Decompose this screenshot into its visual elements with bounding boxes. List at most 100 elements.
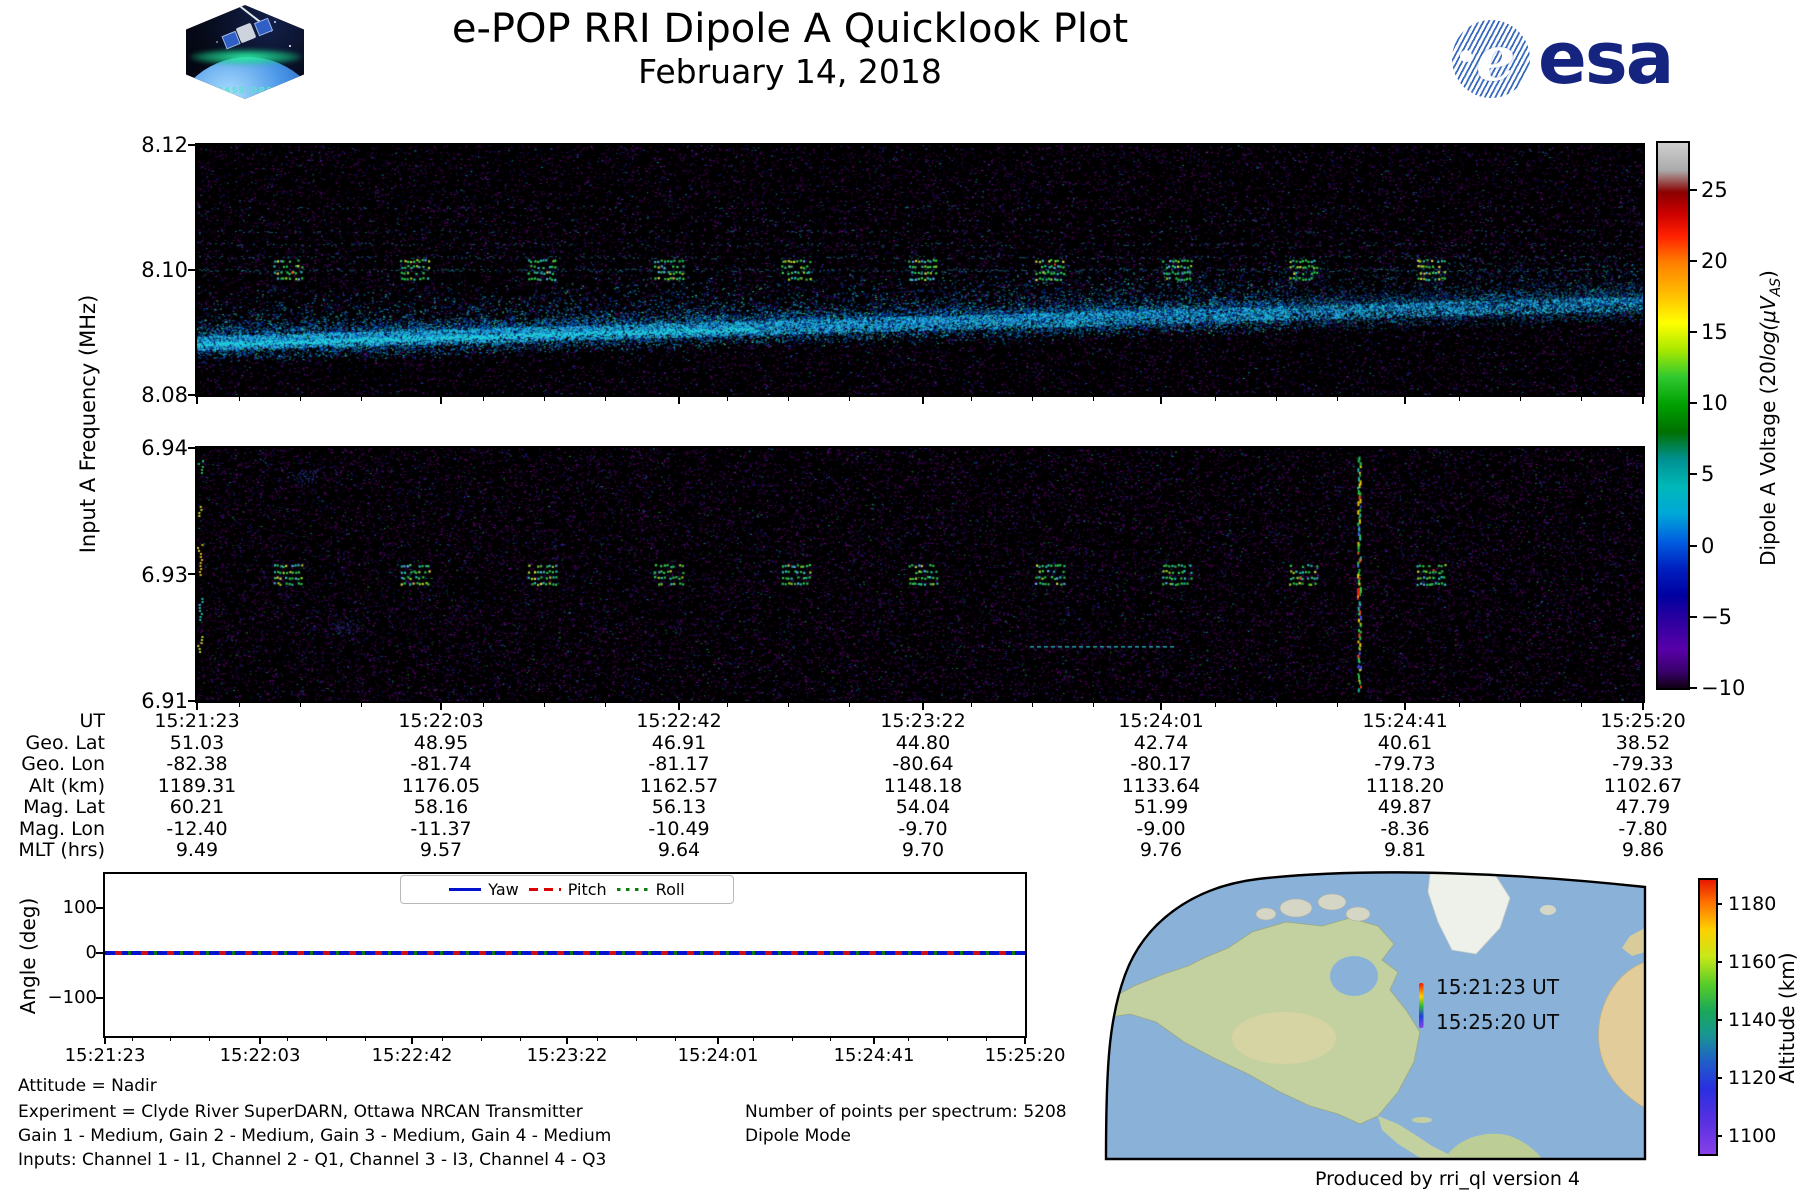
tick-mark [1093, 397, 1095, 401]
tick-mark [788, 703, 790, 707]
tick-mark [104, 1038, 106, 1044]
tick-mark [791, 1038, 793, 1041]
eph-cell-r1c3: 44.80 [895, 732, 951, 754]
page-subtitle: February 14, 2018 [638, 52, 942, 91]
eph-cell-r5c6: -7.80 [1618, 818, 1668, 840]
tick-mark [544, 397, 546, 401]
tick-mark [259, 1038, 262, 1044]
yaw-line-sample [449, 887, 482, 892]
tick-mark [1690, 331, 1697, 333]
eph-cell-r6c6: 9.86 [1621, 839, 1665, 861]
eph-cell-r2c3: -80.64 [892, 753, 954, 775]
altitude-colorbar-label: Altitude (km) [1775, 952, 1799, 1084]
tick-mark [544, 703, 546, 707]
tick-mark [908, 1038, 910, 1041]
tick-mark [922, 397, 925, 404]
tick-mark [1581, 703, 1583, 707]
tick-mark [410, 1038, 413, 1044]
tick-mark [1215, 397, 1217, 401]
voltage-cbar-tick-7: −10 [1701, 676, 1746, 700]
spectrogram-lower-panel [195, 446, 1645, 703]
tick-mark [1404, 703, 1407, 710]
eph-cell-r4c6: 47.79 [1615, 796, 1671, 818]
voltage-cbar-tick-4: 5 [1701, 462, 1715, 486]
tick-mark [971, 703, 973, 707]
tick-mark [442, 1038, 444, 1041]
eph-cell-r0c2: 15:22:42 [636, 710, 722, 732]
altitude-cbar-tick-3: 1120 [1728, 1067, 1777, 1089]
tick-mark [1032, 397, 1034, 401]
eph-cell-r4c3: 54.04 [895, 796, 951, 818]
voltage-cbar-tick-1: 20 [1701, 249, 1728, 273]
altitude-cbar-tick-1: 1160 [1728, 951, 1777, 973]
quicklook-figure: { "title": "e-POP RRI Dipole A Quicklook… [0, 0, 1800, 1200]
tick-mark [922, 703, 925, 710]
tick-mark [830, 1038, 832, 1041]
tick-mark [188, 394, 195, 396]
tick-mark [483, 703, 485, 707]
attitude-note: Attitude = Nadir [18, 1076, 157, 1096]
upper-ytick-808: 8.08 [141, 383, 188, 407]
voltage-cbar-tick-2: 15 [1701, 320, 1728, 344]
cuba [1412, 1117, 1432, 1123]
attitude-xtick-6: 15:25:20 [984, 1045, 1066, 1066]
attitude-zero-line [105, 951, 1025, 955]
lower-ytick-693: 6.93 [141, 563, 188, 587]
lower-ytick-691: 6.91 [141, 689, 188, 713]
angle-ytick-0: 0 [85, 942, 97, 963]
eph-cell-r4c2: 56.13 [651, 796, 707, 818]
tick-mark [188, 573, 195, 575]
eph-cell-r6c3: 9.70 [901, 839, 945, 861]
eph-row-label-0: UT [79, 710, 105, 732]
arctic-island [1279, 898, 1313, 918]
inputs-note: Inputs: Channel 1 - I1, Channel 2 - Q1, … [18, 1150, 607, 1170]
us-interior [1232, 1012, 1336, 1064]
attitude-xtick-2: 15:22:42 [371, 1045, 453, 1066]
eph-cell-r2c4: -80.17 [1130, 753, 1192, 775]
tick-mark [1520, 703, 1522, 707]
lower-ytick-694: 6.94 [141, 436, 188, 460]
tick-mark [1690, 473, 1697, 475]
tick-mark [286, 1038, 288, 1041]
tick-mark [481, 1038, 483, 1041]
esa-logo: e esa [1452, 16, 1692, 102]
eph-cell-r5c3: -9.70 [898, 818, 948, 840]
tick-mark [678, 703, 680, 710]
voltage-colorbar-label: Dipole A Voltage (20log(μVAS) [1756, 270, 1784, 566]
tick-mark [239, 397, 241, 401]
spectrogram-lower-canvas [197, 448, 1643, 701]
eph-cell-r3c0: 1189.31 [157, 775, 237, 797]
voltage-cbar-tick-3: 10 [1701, 391, 1728, 415]
points-note: Number of points per spectrum: 5208 [745, 1102, 1067, 1122]
tick-mark [788, 397, 790, 401]
yaw-label: Yaw [488, 880, 519, 899]
altitude-cbar-tick-4: 1100 [1728, 1125, 1777, 1147]
tick-mark [1690, 687, 1697, 689]
arctic-island [1345, 906, 1371, 922]
esa-logo-text: esa [1538, 16, 1674, 100]
tick-mark [440, 397, 443, 404]
voltage-cbar-tick-5: 0 [1701, 534, 1715, 558]
altitude-cbar-tick-2: 1140 [1728, 1009, 1777, 1031]
tick-mark [96, 997, 103, 999]
eph-cell-r4c0: 60.21 [169, 796, 225, 818]
eph-cell-r3c2: 1162.57 [639, 775, 719, 797]
iceland [1540, 905, 1556, 915]
tick-mark [188, 269, 195, 271]
upper-ytick-810: 8.10 [141, 258, 188, 282]
tick-mark [96, 907, 103, 909]
pitch-line-sample [528, 887, 561, 892]
tick-mark [597, 1038, 599, 1041]
attitude-xtick-4: 15:24:01 [677, 1045, 759, 1066]
tick-mark [678, 397, 680, 404]
tick-mark [1690, 189, 1697, 191]
tick-mark [1276, 397, 1278, 401]
esa-globe-e: e [1476, 22, 1516, 95]
legend-item-pitch: Pitch [528, 880, 607, 899]
eph-cell-r3c3: 1148.18 [883, 775, 963, 797]
eph-cell-r6c4: 9.76 [1139, 839, 1183, 861]
tick-mark [239, 703, 241, 707]
arctic-island [1317, 893, 1347, 911]
mode-note: Dipole Mode [745, 1126, 851, 1146]
tick-mark [131, 1038, 133, 1041]
